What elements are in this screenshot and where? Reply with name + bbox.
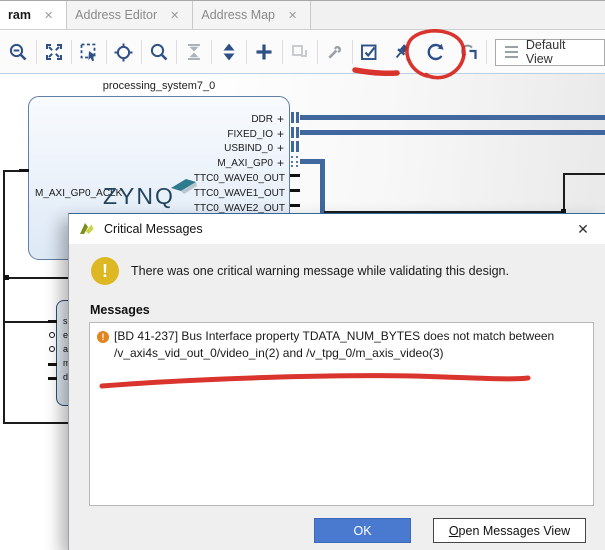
close-icon[interactable]: ✕ <box>41 8 56 23</box>
search-icon <box>149 42 170 63</box>
regenerate-layout-button[interactable] <box>453 35 486 69</box>
wire-fixed-io[interactable] <box>300 130 605 135</box>
port-pin <box>19 169 29 172</box>
close-icon[interactable]: ✕ <box>285 8 300 23</box>
wire-aclk-v[interactable] <box>3 170 5 424</box>
dialog-close-icon[interactable]: ✕ <box>571 218 595 240</box>
warning-icon: ! <box>91 257 119 285</box>
add-ip-button[interactable] <box>248 35 281 69</box>
port-pin <box>48 320 57 323</box>
messages-section-label: Messages <box>90 303 150 317</box>
toolbar-separator <box>486 40 487 64</box>
tab-address-map-label: Address Map <box>201 8 275 22</box>
messages-list[interactable]: ! [BD 41-237] Bus Interface property TDA… <box>89 322 594 506</box>
port-pin-unconnected <box>49 332 55 338</box>
message-text-line2: /v_axi4s_vid_out_0/video_in(2) and /v_tp… <box>114 346 444 360</box>
interface-pin <box>296 112 299 123</box>
settings-button[interactable] <box>318 35 351 69</box>
port-pin <box>290 204 300 207</box>
interface-pin <box>291 127 294 138</box>
expand-port-icon[interactable]: + <box>276 156 285 170</box>
open-messages-view-button[interactable]: Open Messages View <box>433 518 586 543</box>
expand-icon <box>219 42 239 62</box>
interface-pin <box>296 127 299 138</box>
wire-branch-2[interactable] <box>3 321 48 323</box>
expand-port-icon[interactable]: + <box>276 112 285 126</box>
wire-clk-h2[interactable] <box>563 173 605 175</box>
port-pin <box>48 377 57 380</box>
route-icon <box>290 42 310 62</box>
diagram-toolbar: Default View <box>0 31 605 74</box>
ok-button[interactable]: OK <box>314 518 411 543</box>
dialog-summary-text: There was one critical warning message w… <box>131 264 509 278</box>
port-ttc0-wave1-out[interactable]: TTC0_WAVE1_OUT <box>194 186 285 200</box>
vivado-logo-icon <box>79 221 95 237</box>
regenerate-layout-icon <box>459 42 480 63</box>
warning-icon-small: ! <box>97 331 109 343</box>
zoom-fit-icon <box>44 42 64 62</box>
port-pin <box>290 189 300 192</box>
tab-address-editor[interactable]: Address Editor ✕ <box>67 1 193 29</box>
refresh-icon <box>425 41 447 63</box>
port-pin-unconnected <box>49 346 55 352</box>
message-text-line1: [BD 41-237] Bus Interface property TDATA… <box>114 329 554 343</box>
expand-button[interactable] <box>213 35 246 69</box>
pin-button[interactable] <box>386 35 419 69</box>
zoom-out-icon <box>8 42 29 63</box>
pin-icon <box>392 42 413 63</box>
layout-menu-icon <box>505 46 518 59</box>
zoom-out-button[interactable] <box>2 35 35 69</box>
tab-address-map[interactable]: Address Map ✕ <box>193 1 311 29</box>
zynq-logo: ZYNQ <box>103 183 175 210</box>
close-icon[interactable]: ✕ <box>167 8 182 23</box>
view-selector-label: Default View <box>526 38 595 66</box>
port-pin <box>48 363 57 366</box>
interface-pin-unconnected <box>291 156 294 167</box>
interface-pin <box>291 112 294 123</box>
port-pin <box>290 174 300 177</box>
tab-address-editor-label: Address Editor <box>75 8 157 22</box>
port-fixed-io[interactable]: FIXED_IO + <box>227 127 285 141</box>
dialog-titlebar[interactable]: Critical Messages <box>69 214 605 244</box>
tab-bar: ram ✕ Address Editor ✕ Address Map ✕ <box>0 0 605 30</box>
zynq-swoosh-icon <box>171 179 197 194</box>
interface-pin <box>296 141 299 152</box>
auto-fit-icon <box>113 42 134 63</box>
vivado-window: ram ✕ Address Editor ✕ Address Map ✕ <box>0 0 605 550</box>
refresh-button[interactable] <box>420 35 453 69</box>
zoom-selection-icon <box>79 42 99 62</box>
port-m-axi-gp0[interactable]: M_AXI_GP0 + <box>217 156 285 170</box>
tab-diagram-label: ram <box>8 8 31 22</box>
dialog-title: Critical Messages <box>104 222 203 236</box>
zoom-selection-button[interactable] <box>72 35 105 69</box>
plus-icon <box>254 42 274 62</box>
port-ddr[interactable]: DDR + <box>251 112 285 126</box>
search-button[interactable] <box>143 35 176 69</box>
wrench-icon <box>324 42 345 63</box>
port-usbind-0[interactable]: USBIND_0 + <box>224 141 285 155</box>
wire-junction <box>4 275 9 280</box>
interface-pin <box>291 141 294 152</box>
wire-branch-3[interactable] <box>3 422 68 424</box>
validate-design-button[interactable] <box>353 35 386 69</box>
default-view-dropdown[interactable]: Default View <box>495 39 605 66</box>
collapse-button[interactable] <box>178 35 211 69</box>
expand-port-icon[interactable]: + <box>276 127 285 141</box>
port-label: s <box>63 316 68 326</box>
wire-m-axi-gp0-v[interactable] <box>320 159 325 213</box>
route-button-disabled <box>283 35 316 69</box>
critical-messages-dialog: Critical Messages ✕ ! There was one crit… <box>68 213 605 550</box>
wire-clk-v[interactable] <box>563 173 565 213</box>
block-instance-name: processing_system7_0 <box>28 80 290 92</box>
wire-branch-1[interactable] <box>3 277 68 279</box>
wire-ddr[interactable] <box>300 115 605 120</box>
port-ttc0-wave0-out[interactable]: TTC0_WAVE0_OUT <box>194 171 285 185</box>
expand-port-icon[interactable]: + <box>276 141 285 155</box>
tab-diagram[interactable]: ram ✕ <box>0 1 67 29</box>
auto-fit-button[interactable] <box>107 35 140 69</box>
interface-pin-unconnected <box>296 156 299 167</box>
collapse-icon <box>184 42 204 62</box>
zoom-fit-button[interactable] <box>37 35 70 69</box>
validate-design-icon <box>359 42 380 63</box>
